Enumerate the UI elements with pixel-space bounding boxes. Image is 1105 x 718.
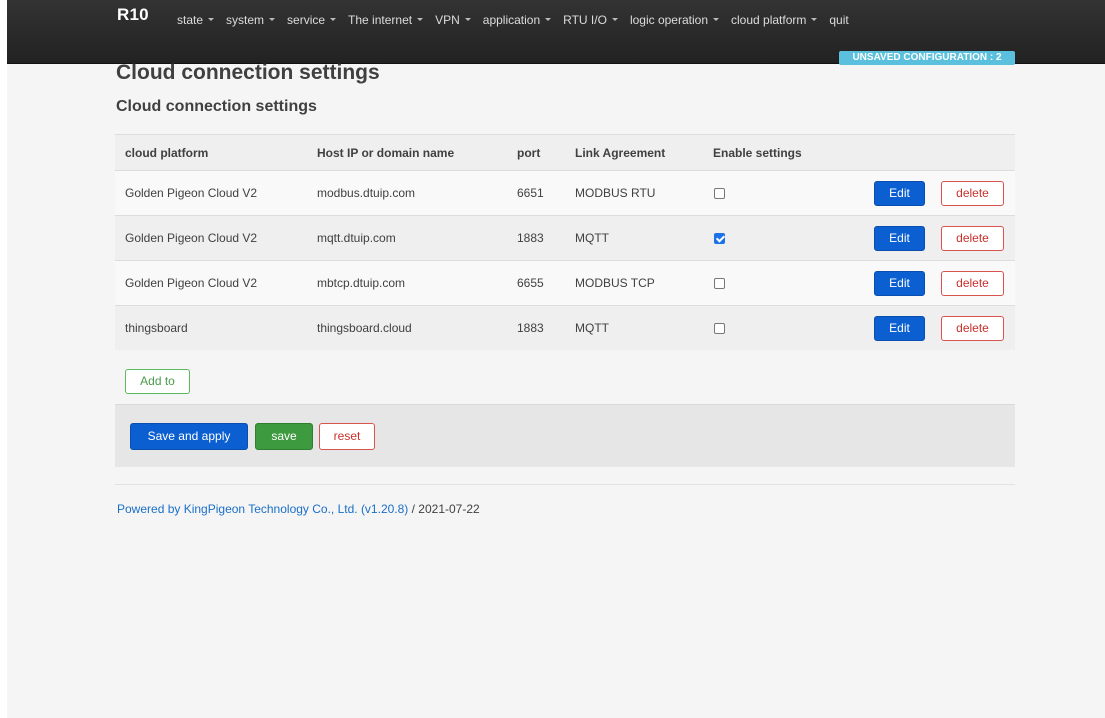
nav-item-quit[interactable]: quit: [829, 13, 848, 27]
host-cell: mbtcp.dtuip.com: [317, 276, 406, 290]
table-row: Golden Pigeon Cloud V2 modbus.dtuip.com …: [115, 170, 1015, 215]
save-and-apply-button[interactable]: Save and apply: [130, 423, 248, 450]
nav-item-label: The internet: [348, 13, 413, 27]
enable-checkbox[interactable]: [714, 322, 725, 334]
nav-item-label: quit: [829, 13, 849, 27]
nav-item-service[interactable]: service: [287, 13, 337, 27]
nav-item-label: RTU I/O: [563, 13, 607, 27]
unsaved-config-badge[interactable]: UNSAVED CONFIGURATION : 2: [839, 51, 1015, 65]
column-header-enable: Enable settings: [713, 145, 802, 160]
chevron-down-icon: [417, 17, 424, 21]
chevron-down-icon: [208, 17, 215, 21]
page-viewport: R10 state system service The internet VP…: [7, 0, 1105, 718]
enable-cell: [713, 261, 725, 305]
top-navbar: R10 state system service The internet VP…: [7, 0, 1105, 65]
section-title: Cloud connection settings: [116, 98, 317, 115]
vendor-link[interactable]: Powered by KingPigeon Technology Co., Lt…: [117, 502, 408, 516]
nav-item-application[interactable]: application: [482, 13, 552, 27]
protocol-cell: MQTT: [575, 231, 609, 245]
actions-panel: [115, 404, 1015, 467]
port-cell: 1883: [517, 321, 544, 335]
delete-button[interactable]: delete: [941, 181, 1004, 206]
nav-item-rtu-io[interactable]: RTU I/O: [563, 13, 618, 27]
enable-checkbox[interactable]: [714, 187, 725, 199]
protocol-cell: MODBUS RTU: [575, 186, 656, 200]
nav-item-system[interactable]: system: [226, 13, 276, 27]
delete-button[interactable]: delete: [941, 271, 1004, 296]
table-header-row: cloud platform Host IP or domain name po…: [115, 134, 1015, 170]
port-cell: 6655: [517, 276, 544, 290]
nav-item-label: VPN: [435, 13, 460, 27]
protocol-cell: MODBUS TCP: [575, 276, 655, 290]
edit-button[interactable]: Edit: [874, 226, 925, 251]
column-header-host: Host IP or domain name: [317, 145, 455, 160]
save-button[interactable]: save: [255, 423, 313, 450]
chevron-down-icon: [330, 17, 337, 21]
edit-button[interactable]: Edit: [874, 316, 925, 341]
table-row: Golden Pigeon Cloud V2 mqtt.dtuip.com 18…: [115, 215, 1015, 260]
brand-logo[interactable]: R10: [117, 5, 149, 25]
add-button[interactable]: Add to: [125, 369, 190, 394]
main-nav: state system service The internet VPN ap…: [177, 13, 861, 27]
table-row: thingsboard thingsboard.cloud 1883 MQTT …: [115, 305, 1015, 350]
port-cell: 6651: [517, 186, 544, 200]
platform-cell: Golden Pigeon Cloud V2: [125, 186, 258, 200]
footer: Powered by KingPigeon Technology Co., Lt…: [117, 502, 480, 516]
port-cell: 1883: [517, 231, 544, 245]
protocol-cell: MQTT: [575, 321, 609, 335]
cloud-connections-table: cloud platform Host IP or domain name po…: [115, 134, 1015, 350]
nav-item-internet[interactable]: The internet: [348, 13, 424, 27]
delete-button[interactable]: delete: [941, 316, 1004, 341]
platform-cell: Golden Pigeon Cloud V2: [125, 231, 258, 245]
footer-date: / 2021-07-22: [408, 502, 480, 516]
enable-cell: [713, 171, 725, 215]
table-row: Golden Pigeon Cloud V2 mbtcp.dtuip.com 6…: [115, 260, 1015, 305]
host-cell: thingsboard.cloud: [317, 321, 412, 335]
platform-cell: Golden Pigeon Cloud V2: [125, 276, 258, 290]
nav-item-label: logic operation: [629, 13, 708, 27]
nav-item-label: cloud platform: [731, 13, 807, 27]
nav-item-state[interactable]: state: [177, 13, 215, 27]
platform-cell: thingsboard: [125, 321, 188, 335]
delete-button[interactable]: delete: [941, 226, 1004, 251]
enable-cell: [713, 306, 725, 350]
column-header-platform: cloud platform: [125, 145, 209, 160]
chevron-down-icon: [269, 17, 276, 21]
nav-item-label: state: [177, 13, 204, 27]
footer-divider: [115, 484, 1015, 485]
reset-button[interactable]: reset: [319, 423, 375, 450]
host-cell: modbus.dtuip.com: [317, 186, 416, 200]
nav-item-label: service: [287, 13, 326, 27]
chevron-down-icon: [611, 17, 618, 21]
nav-item-vpn[interactable]: VPN: [435, 13, 471, 27]
column-header-protocol: Link Agreement: [575, 145, 666, 160]
nav-item-cloud-platform[interactable]: cloud platform: [731, 13, 818, 27]
edit-button[interactable]: Edit: [874, 271, 925, 296]
edit-button[interactable]: Edit: [874, 181, 925, 206]
nav-item-label: application: [482, 13, 541, 27]
enable-checkbox[interactable]: [714, 232, 725, 244]
enable-checkbox[interactable]: [714, 277, 725, 289]
host-cell: mqtt.dtuip.com: [317, 231, 396, 245]
chevron-down-icon: [811, 17, 818, 21]
chevron-down-icon: [545, 17, 552, 21]
enable-cell: [713, 216, 725, 260]
nav-item-label: system: [226, 13, 265, 27]
chevron-down-icon: [464, 17, 471, 21]
column-header-port: port: [517, 145, 541, 160]
nav-item-logic-operation[interactable]: logic operation: [630, 13, 719, 27]
chevron-down-icon: [713, 17, 719, 21]
page-title: Cloud connection settings: [116, 61, 380, 84]
